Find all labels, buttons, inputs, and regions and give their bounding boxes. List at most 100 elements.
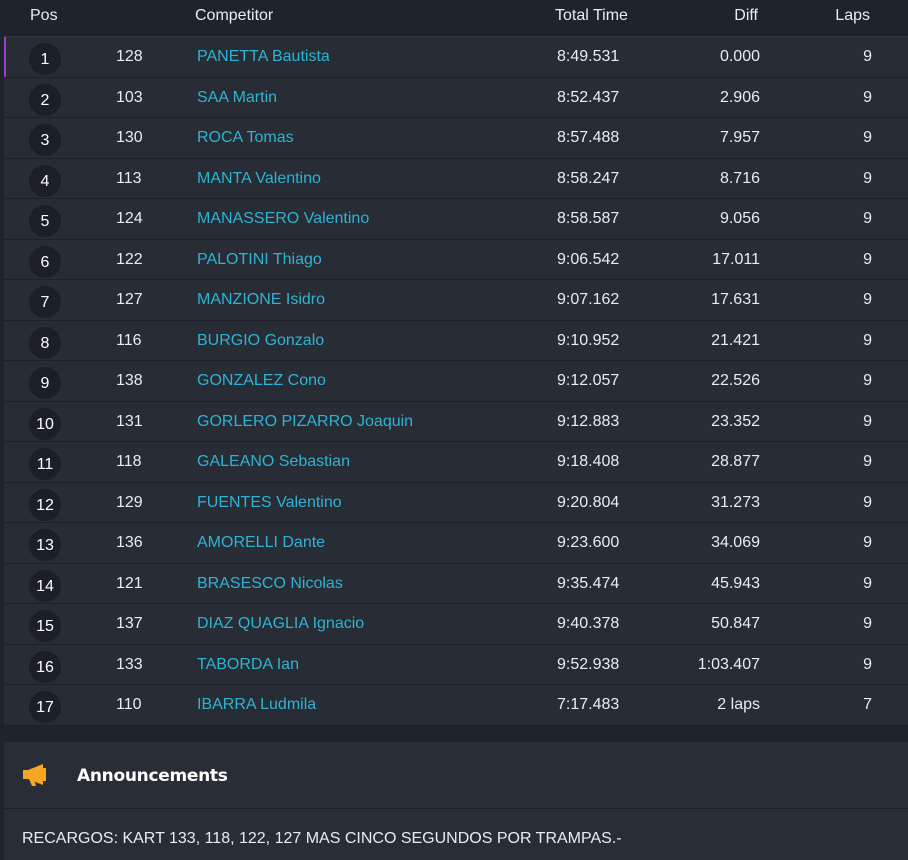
diff-value: 31.273 (711, 493, 760, 511)
total-time: 9:35.474 (557, 574, 620, 592)
competitor-name-link[interactable]: AMORELLI Dante (197, 534, 325, 552)
laps-value: 9 (863, 210, 872, 227)
total-time: 9:40.378 (557, 615, 620, 632)
competitor-name-link[interactable]: PANETTA Bautista (197, 48, 330, 66)
total-time: 9:12.057 (557, 372, 620, 389)
competitor-name-link[interactable]: SAA Martin (197, 89, 277, 107)
kart-number: 103 (116, 88, 143, 106)
position-badge: 3 (29, 124, 61, 156)
total-time: 9:12.883 (557, 412, 620, 430)
position-badge: 12 (29, 488, 61, 521)
diff-value: 28.877 (711, 453, 760, 470)
diff-value: 23.352 (711, 412, 760, 430)
position-badge: 6 (29, 245, 61, 278)
position-badge: 7 (29, 286, 61, 318)
announcements-header: Announcements (4, 742, 908, 809)
competitor-name-link[interactable]: MANASSERO Valentino (197, 210, 369, 228)
laps-value: 9 (863, 291, 872, 308)
kart-number: 116 (116, 331, 142, 349)
position-badge: 16 (29, 650, 61, 683)
kart-number: 127 (116, 291, 143, 308)
laps-value: 9 (863, 615, 872, 632)
competitor-name-link[interactable]: PALOTINI Thiago (197, 251, 322, 269)
laps-value: 9 (863, 412, 872, 430)
diff-value: 2 laps (717, 696, 760, 713)
diff-value: 34.069 (711, 534, 760, 551)
competitor-name-link[interactable]: DIAZ QUAGLIA Ignacio (197, 615, 364, 633)
competitor-name-link[interactable]: TABORDA Ian (197, 656, 299, 674)
competitor-name-link[interactable]: GALEANO Sebastian (197, 453, 350, 471)
kart-number: 124 (116, 210, 143, 227)
competitor-name-link[interactable]: MANZIONE Isidro (197, 291, 325, 309)
diff-value: 9.056 (719, 210, 760, 227)
competitor-name-link[interactable]: GORLERO PIZARRO Joaquin (197, 413, 413, 431)
table-row: 4 113 MANTA Valentino 8:58.247 8.716 9 (4, 158, 908, 199)
header-laps: Laps (835, 7, 870, 24)
position-badge: 15 (29, 610, 61, 642)
diff-value: 17.011 (712, 250, 760, 268)
diff-value: 45.943 (711, 574, 760, 592)
kart-number: 121 (116, 574, 143, 592)
diff-value: 17.631 (711, 291, 760, 308)
announcements-title: Announcements (77, 766, 228, 786)
diff-value: 0.000 (719, 48, 760, 65)
total-time: 9:07.162 (557, 291, 620, 308)
header-competitor: Competitor (195, 7, 274, 24)
kart-number: 137 (116, 615, 143, 632)
diff-value: 8.716 (719, 169, 760, 187)
position-badge: 4 (29, 164, 61, 197)
table-row: 1 128 PANETTA Bautista 8:49.531 0.000 9 (4, 37, 908, 78)
laps-value: 9 (863, 534, 872, 551)
total-time: 9:18.408 (557, 453, 620, 470)
laps-value: 9 (863, 250, 872, 268)
laps-value: 7 (863, 696, 872, 713)
kart-number: 129 (116, 493, 143, 511)
position-badge: 11 (29, 448, 61, 480)
total-time: 8:57.488 (557, 129, 620, 146)
competitor-name-link[interactable]: MANTA Valentino (197, 170, 321, 188)
position-badge: 2 (29, 83, 61, 116)
diff-value: 22.526 (711, 372, 760, 389)
laps-value: 9 (863, 574, 872, 592)
kart-number: 138 (116, 372, 143, 389)
announcements-panel: Announcements RECARGOS: KART 133, 118, 1… (4, 742, 908, 860)
laps-value: 9 (863, 331, 872, 349)
competitor-name-link[interactable]: BRASESCO Nicolas (197, 575, 343, 593)
table-row: 12 129 FUENTES Valentino 9:20.804 31.273 9 (4, 482, 908, 523)
table-row: 17 110 IBARRA Ludmila 7:17.483 2 laps 7 (4, 685, 908, 726)
position-badge: 9 (29, 367, 61, 399)
diff-value: 2.906 (719, 88, 760, 106)
total-time: 9:20.804 (557, 493, 620, 511)
laps-value: 9 (863, 88, 872, 106)
megaphone-icon (23, 764, 46, 786)
laps-value: 9 (863, 493, 872, 511)
laps-value: 9 (863, 372, 872, 389)
competitor-name-link[interactable]: GONZALEZ Cono (197, 372, 326, 390)
table-row: 11 118 GALEANO Sebastian 9:18.408 28.877 9 (4, 442, 908, 483)
competitor-name-link[interactable]: FUENTES Valentino (197, 494, 342, 512)
laps-value: 9 (863, 48, 872, 65)
announcement-text: RECARGOS: KART 133, 118, 122, 127 MAS CI… (22, 830, 622, 847)
total-time: 8:49.531 (557, 48, 620, 65)
kart-number: 128 (116, 48, 143, 65)
position-badge: 8 (29, 326, 61, 359)
position-badge: 13 (29, 529, 61, 561)
kart-number: 136 (116, 534, 143, 551)
table-body: 1 128 PANETTA Bautista 8:49.531 0.000 9 2 103 SA… (4, 37, 908, 726)
table-header: Pos Competitor Total Time Diff Laps (4, 0, 908, 37)
competitor-name-link[interactable]: IBARRA Ludmila (197, 696, 316, 714)
table-row: 5 124 MANASSERO Valentino 8:58.587 9.056 9 (4, 199, 908, 240)
position-badge: 17 (29, 691, 61, 723)
kart-number: 133 (116, 655, 143, 673)
total-time: 9:06.542 (557, 250, 620, 268)
table-row: 7 127 MANZIONE Isidro 9:07.162 17.631 9 (4, 280, 908, 321)
competitor-name-link[interactable]: BURGIO Gonzalo (197, 332, 324, 350)
competitor-name-link[interactable]: ROCA Tomas (197, 129, 294, 147)
laps-value: 9 (863, 655, 872, 673)
diff-value: 7.957 (719, 129, 760, 146)
kart-number: 131 (116, 412, 143, 430)
laps-value: 9 (863, 453, 872, 470)
kart-number: 122 (116, 250, 143, 268)
header-diff: Diff (734, 7, 758, 24)
table-row: 8 116 BURGIO Gonzalo 9:10.952 21.421 9 (4, 320, 908, 361)
